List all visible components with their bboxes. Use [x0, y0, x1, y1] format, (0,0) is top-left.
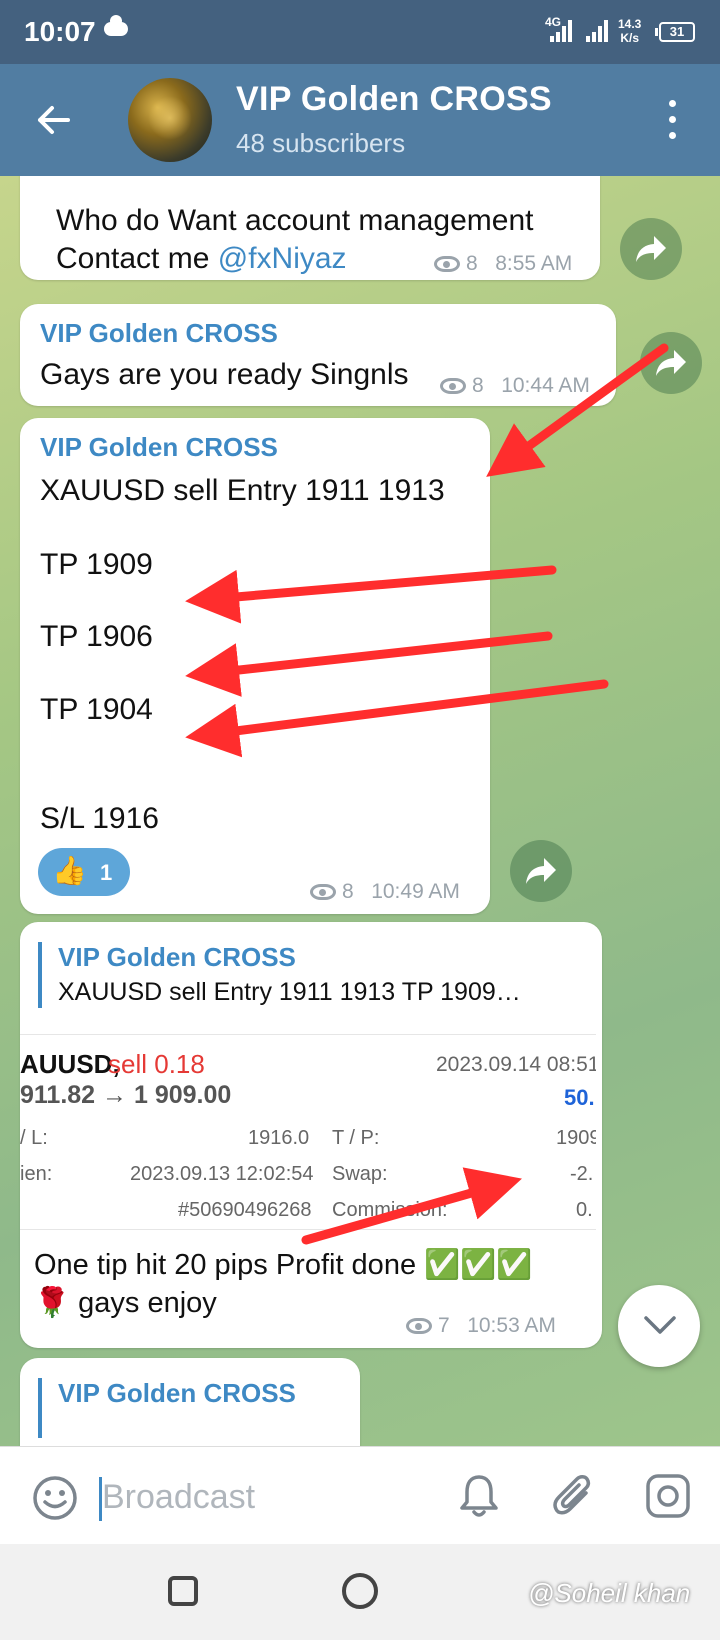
annotation-arrow [301, 1167, 522, 1245]
cloud-icon [104, 15, 128, 36]
emoji-icon[interactable] [32, 1475, 78, 1521]
status-bar: 10:07 4G 14.3 K/s 31 [0, 0, 720, 64]
arrow-left-icon[interactable] [34, 100, 74, 140]
annotation-arrow [185, 631, 553, 697]
annotation-arrow [185, 679, 609, 758]
signal-icon [548, 20, 576, 42]
home-button[interactable] [342, 1573, 378, 1609]
status-time: 10:07 [24, 16, 96, 47]
paperclip-icon[interactable] [552, 1473, 596, 1519]
annotation-arrow [486, 343, 669, 477]
signal-icon-2 [584, 20, 612, 42]
annotation-arrows [185, 343, 669, 1245]
speed-unit: K/s [620, 31, 640, 45]
watermark: @Soheil khan [528, 1578, 691, 1608]
message-list[interactable]: Who do Want account management Contact m… [0, 176, 720, 1446]
channel-avatar[interactable] [128, 78, 212, 162]
bell-icon[interactable] [458, 1473, 500, 1519]
composer: Broadcast [0, 1446, 720, 1544]
annotation-arrow [185, 565, 557, 624]
chevron-down-icon [644, 1316, 676, 1334]
network-speed: 14.3 K/s [618, 17, 641, 45]
channel-title[interactable]: VIP Golden CROSS [236, 80, 552, 119]
battery-icon: 31 [655, 22, 695, 42]
scroll-down-button[interactable] [618, 1285, 700, 1367]
subscriber-count: 48 subscribers [236, 128, 406, 158]
message-input[interactable]: Broadcast [102, 1478, 255, 1517]
more-vertical-icon[interactable] [660, 98, 684, 142]
chat-header: VIP Golden CROSS 48 subscribers [0, 64, 720, 176]
camera-icon[interactable] [645, 1473, 691, 1519]
recent-apps-button[interactable] [168, 1576, 198, 1606]
speed-value: 14.3 [618, 17, 642, 31]
system-nav-bar: @Soheil khan [0, 1544, 720, 1640]
